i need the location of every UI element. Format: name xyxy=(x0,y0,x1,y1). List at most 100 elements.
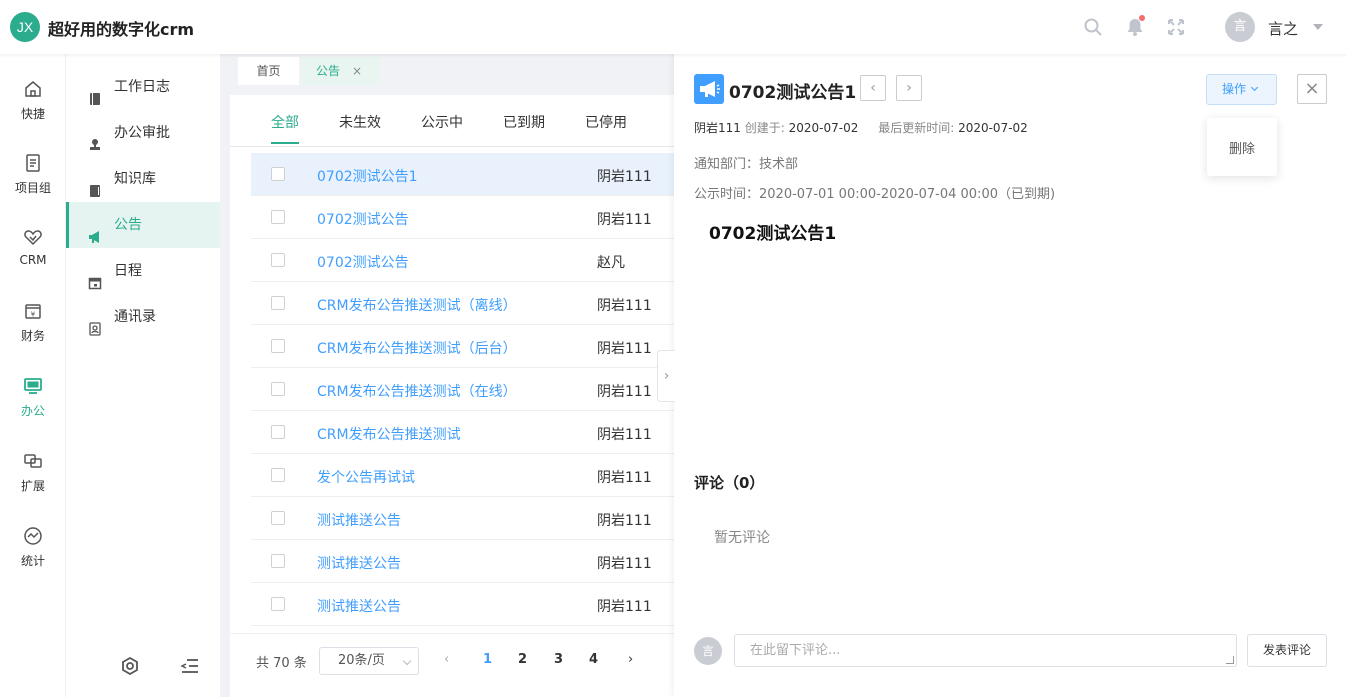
fullscreen-icon[interactable] xyxy=(1166,17,1186,37)
row-title-link[interactable]: 发个公告再试试 xyxy=(317,467,415,487)
filter-tab-expired[interactable]: 已到期 xyxy=(503,112,545,132)
resize-grip-icon[interactable] xyxy=(1226,656,1234,664)
tab-announcement[interactable]: 公告 × xyxy=(302,57,380,85)
rail-item-quick[interactable]: 快捷 xyxy=(0,79,66,122)
row-checkbox[interactable] xyxy=(271,339,285,353)
row-title-link[interactable]: 0702测试公告 xyxy=(317,252,409,272)
created-date: 2020-07-02 xyxy=(788,121,859,135)
submenu-item-approval[interactable]: 办公审批 xyxy=(66,110,220,156)
table-row[interactable]: 测试推送公告 阴岩111 xyxy=(251,497,674,540)
table-row[interactable]: 测试推送公告 阴岩111 xyxy=(251,540,674,583)
settings-icon[interactable] xyxy=(120,656,140,676)
document-icon xyxy=(23,153,43,173)
submenu-item-contacts[interactable]: 通讯录 xyxy=(66,294,220,340)
row-title-link[interactable]: 测试推送公告 xyxy=(317,553,401,573)
chart-icon xyxy=(23,526,43,546)
table-row[interactable]: 0702测试公告 阴岩111 xyxy=(251,196,674,239)
row-checkbox[interactable] xyxy=(271,468,285,482)
handshake-icon xyxy=(23,227,43,247)
user-menu-caret-icon[interactable] xyxy=(1313,24,1323,30)
rail-item-stats[interactable]: 统计 xyxy=(0,526,66,569)
rail-label: 办公 xyxy=(20,404,45,418)
total-count: 共 70 条 xyxy=(256,656,307,671)
notification-dot xyxy=(1139,15,1145,21)
previous-item-button[interactable]: ‹ xyxy=(860,75,886,101)
submit-comment-button[interactable]: 发表评论 xyxy=(1247,634,1327,667)
table-row[interactable]: 0702测试公告 赵凡 xyxy=(251,239,674,282)
bell-icon[interactable] xyxy=(1125,15,1145,37)
table-row[interactable]: 发个公告再试试 阴岩111 xyxy=(251,454,674,497)
row-title-link[interactable]: 0702测试公告1 xyxy=(317,166,418,186)
row-title-link[interactable]: CRM发布公告推送测试（在线） xyxy=(317,381,517,401)
row-title-link[interactable]: CRM发布公告推送测试 xyxy=(317,424,461,444)
rail-item-office[interactable]: 办公 xyxy=(0,376,66,419)
user-avatar[interactable]: 言 xyxy=(1225,12,1255,42)
search-icon[interactable] xyxy=(1083,17,1103,37)
submenu-label: 知识库 xyxy=(114,171,156,187)
page-size-select[interactable]: 20条/页 xyxy=(319,647,419,675)
row-title-link[interactable]: CRM发布公告推送测试（后台） xyxy=(317,338,517,358)
close-detail-button[interactable]: × xyxy=(1297,74,1327,104)
notice-department: 通知部门：技术部 xyxy=(694,157,799,172)
table-row[interactable]: CRM发布公告推送测试（在线） 阴岩111 xyxy=(251,368,674,411)
row-checkbox[interactable] xyxy=(271,382,285,396)
page-3-button[interactable]: 3 xyxy=(554,652,563,667)
table-row[interactable]: CRM发布公告推送测试 阴岩111 xyxy=(251,411,674,454)
rail-item-project[interactable]: 项目组 xyxy=(0,153,66,196)
table-row[interactable]: 0702测试公告1 阴岩111 xyxy=(251,153,674,196)
table-row[interactable]: 测试推送公告 阴岩111 xyxy=(251,583,674,626)
row-checkbox[interactable] xyxy=(271,253,285,267)
table-row[interactable]: CRM发布公告推送测试（离线） 阴岩111 xyxy=(251,282,674,325)
page-4-button[interactable]: 4 xyxy=(589,652,598,667)
comment-input[interactable]: 在此留下评论... xyxy=(734,634,1237,667)
row-checkbox[interactable] xyxy=(271,425,285,439)
collapse-detail-handle[interactable]: › xyxy=(657,350,675,402)
row-checkbox[interactable] xyxy=(271,597,285,611)
submenu-item-schedule[interactable]: 日程 xyxy=(66,248,220,294)
operations-dropdown-button[interactable]: 操作 xyxy=(1206,74,1277,105)
row-title-link[interactable]: CRM发布公告推送测试（离线） xyxy=(317,295,517,315)
created-label: 创建于: xyxy=(744,121,785,135)
submenu-item-knowledge[interactable]: 知识库 xyxy=(66,156,220,202)
row-author: 阴岩111 xyxy=(597,427,652,443)
rail-label: CRM xyxy=(19,253,47,267)
app-title: 超好用的数字化crm xyxy=(48,20,195,39)
stamp-icon xyxy=(88,125,102,150)
top-header: JX 超好用的数字化crm 言 言之 xyxy=(0,0,1347,54)
page-2-button[interactable]: 2 xyxy=(518,652,527,667)
updated-label: 最后更新时间: xyxy=(878,121,955,135)
collapse-menu-icon[interactable] xyxy=(180,656,200,676)
next-page-button[interactable]: › xyxy=(628,652,633,667)
rail-item-extend[interactable]: 扩展 xyxy=(0,451,66,494)
row-checkbox[interactable] xyxy=(271,511,285,525)
rail-item-finance[interactable]: ¥ 财务 xyxy=(0,301,66,344)
filter-tab-disabled[interactable]: 已停用 xyxy=(585,112,627,132)
contacts-icon xyxy=(88,309,102,336)
table-row[interactable]: CRM发布公告推送测试（后台） 阴岩111 xyxy=(251,325,674,368)
row-checkbox[interactable] xyxy=(271,167,285,181)
filter-tab-all[interactable]: 全部 xyxy=(271,112,299,144)
submenu-item-announcement[interactable]: 公告 xyxy=(66,202,220,248)
tab-close-icon[interactable]: × xyxy=(352,64,362,78)
filter-tab-publishing[interactable]: 公示中 xyxy=(421,112,463,132)
row-author: 阴岩111 xyxy=(597,556,652,572)
operations-label: 操作 xyxy=(1222,82,1247,96)
menu-item-delete[interactable]: 删除 xyxy=(1207,138,1277,157)
user-name[interactable]: 言之 xyxy=(1268,18,1298,39)
submenu-item-work-log[interactable]: 工作日志 xyxy=(66,64,220,110)
next-item-button[interactable]: › xyxy=(896,75,922,101)
prev-page-button[interactable]: ‹ xyxy=(444,652,449,667)
row-checkbox[interactable] xyxy=(271,210,285,224)
tab-home[interactable]: 首页 xyxy=(238,57,299,85)
row-title-link[interactable]: 0702测试公告 xyxy=(317,209,409,229)
row-checkbox[interactable] xyxy=(271,296,285,310)
row-title-link[interactable]: 测试推送公告 xyxy=(317,510,401,530)
comment-avatar: 言 xyxy=(694,637,722,665)
rail-item-crm[interactable]: CRM xyxy=(0,227,66,267)
page-1-button[interactable]: 1 xyxy=(483,652,492,667)
submenu-label: 通讯录 xyxy=(114,309,156,325)
row-checkbox[interactable] xyxy=(271,554,285,568)
app-logo[interactable]: JX xyxy=(10,12,40,42)
row-title-link[interactable]: 测试推送公告 xyxy=(317,596,401,616)
filter-tab-not-effective[interactable]: 未生效 xyxy=(339,112,381,132)
